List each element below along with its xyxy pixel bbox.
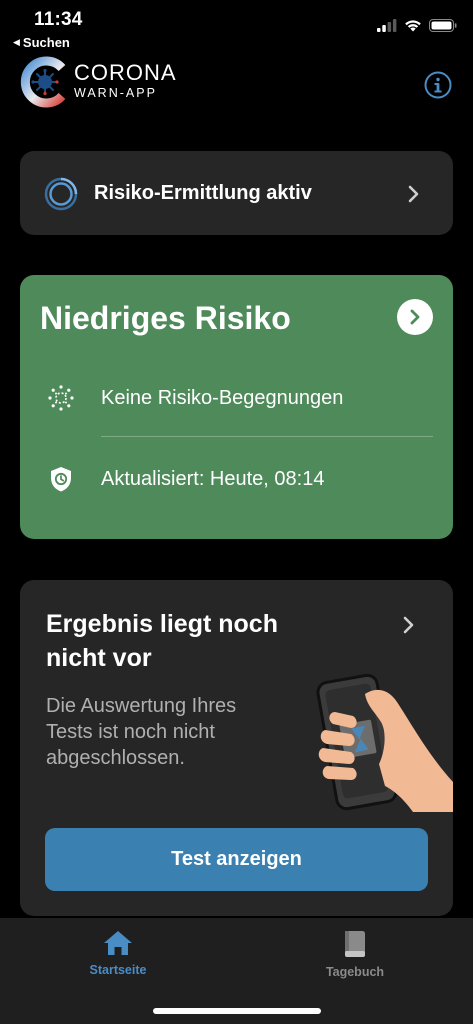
back-arrow-icon: ◀ (13, 37, 20, 47)
risk-row-encounters: Keine Risiko-Begegnungen (46, 383, 343, 413)
book-icon (345, 931, 365, 957)
risk-updated-text: Aktualisiert: Heute, 08:14 (101, 467, 325, 490)
risk-detection-card[interactable]: Risiko-Ermittlung aktiv (20, 151, 453, 235)
phone-hourglass-illustration (316, 673, 453, 812)
app-header: CORONA WARN-APP (0, 56, 473, 116)
risk-status-card[interactable]: Niedriges Risiko Keine Risiko-Begegnunge… (20, 275, 453, 539)
risk-details-button[interactable] (397, 299, 433, 335)
corona-warn-app-logo (20, 56, 66, 108)
back-label: Suchen (22, 35, 70, 50)
risk-encounters-text: Keine Risiko-Begegnungen (101, 386, 344, 409)
show-test-button[interactable]: Test anzeigen (45, 828, 428, 891)
cellular-signal-icon (377, 19, 397, 32)
tab-label-startseite: Startseite (89, 963, 147, 977)
chevron-right-icon (403, 616, 414, 634)
risk-detection-label: Risiko-Ermittlung aktiv (94, 182, 312, 204)
wifi-icon (405, 20, 421, 32)
tab-label-tagebuch: Tagebuch (325, 965, 385, 979)
logo-subtitle: WARN-APP (74, 86, 157, 100)
chevron-right-icon (410, 309, 420, 325)
virus-icon (46, 383, 76, 413)
tab-startseite[interactable]: Startseite (58, 930, 178, 977)
risk-title: Niedriges Risiko (40, 300, 291, 336)
test-result-title: Ergebnis liegt noch nicht vor (46, 610, 278, 672)
info-icon[interactable] (423, 70, 453, 100)
exposure-logging-icon (44, 177, 78, 211)
test-result-description: Die Auswertung Ihres Tests ist noch nich… (46, 695, 237, 769)
battery-icon (429, 19, 457, 32)
tab-tagebuch[interactable]: Tagebuch (295, 930, 415, 979)
home-indicator (153, 1008, 321, 1014)
risk-divider (101, 436, 433, 437)
home-icon (104, 931, 132, 955)
logo-title: CORONA (74, 60, 177, 85)
chevron-right-icon (408, 185, 419, 203)
system-icons (377, 19, 457, 32)
shield-clock-icon (46, 464, 76, 494)
status-bar: 11:34 ◀ Suchen (0, 0, 473, 54)
risk-row-updated: Aktualisiert: Heute, 08:14 (46, 464, 324, 494)
test-result-card[interactable]: Ergebnis liegt noch nicht vor Die Auswer… (20, 580, 453, 916)
back-to-search-link[interactable]: ◀ Suchen (13, 35, 70, 50)
logo-wordmark: CORONA WARN-APP (74, 62, 177, 100)
status-time: 11:34 (34, 9, 83, 30)
